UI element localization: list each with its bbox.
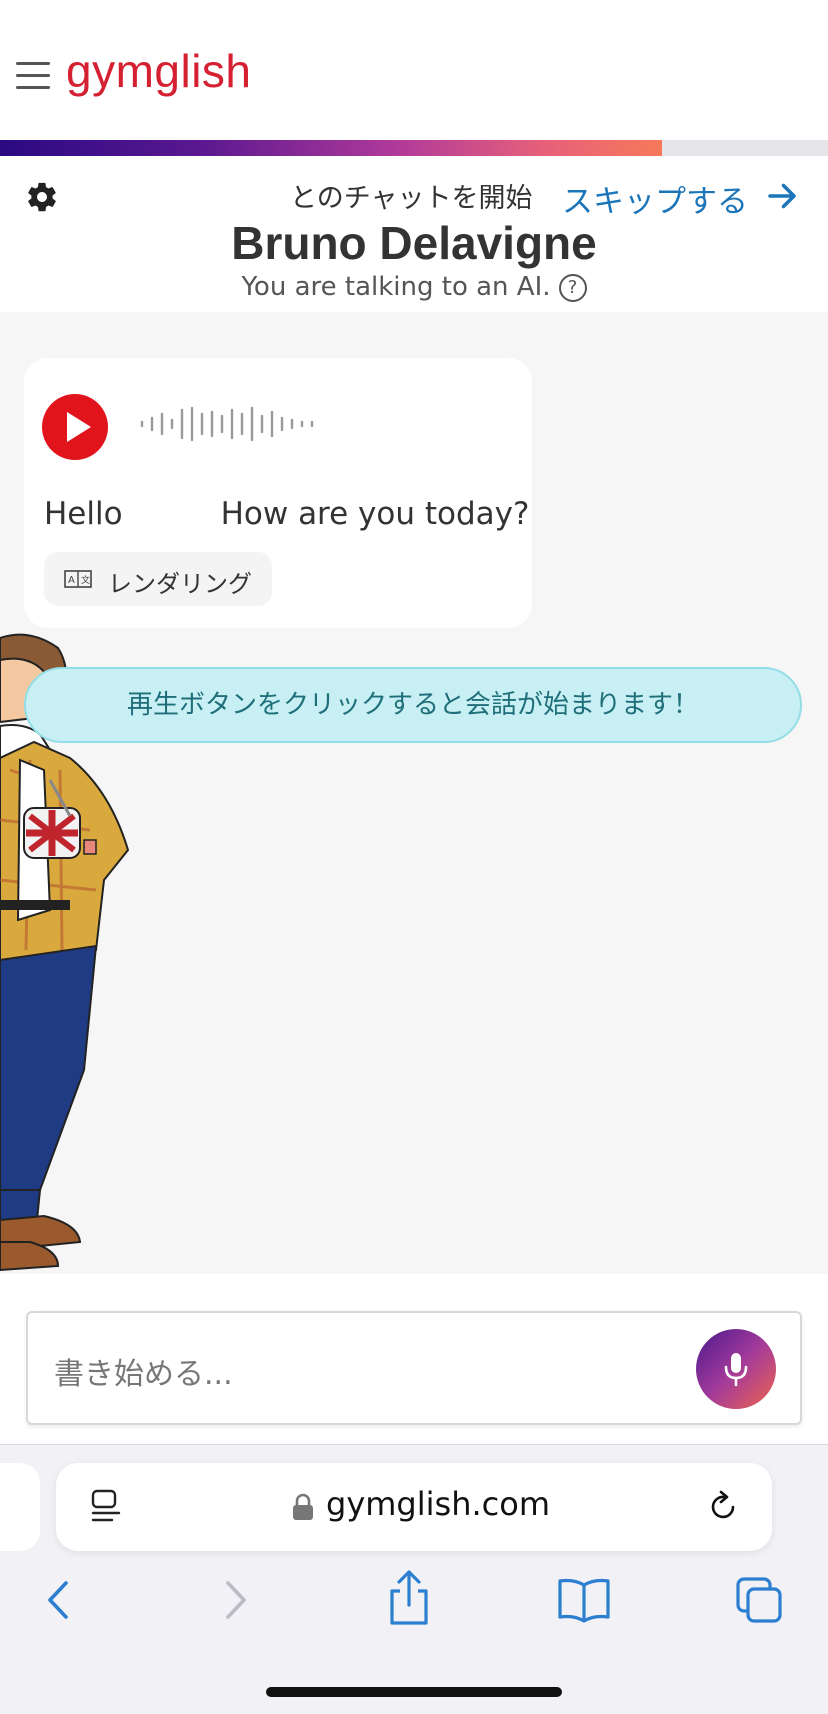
translate-icon: A 文: [64, 570, 92, 588]
ai-message-bubble: Hello How are you today? A 文 レンダリング: [24, 358, 532, 628]
lock-icon: [293, 1493, 313, 1520]
message-input-placeholder: 書き始める...: [54, 1357, 233, 1392]
rendering-label: レンダリング: [108, 570, 252, 598]
logo[interactable]: gymglish: [66, 44, 252, 98]
waveform-icon: [140, 406, 314, 442]
menu-icon[interactable]: [16, 62, 50, 90]
mic-button[interactable]: [696, 1329, 776, 1409]
progress-bar: [0, 140, 828, 156]
mic-icon: [724, 1353, 748, 1387]
ai-disclaimer: You are talking to an AI.?: [0, 272, 828, 302]
bot-name: Bruno Delavigne: [231, 217, 597, 269]
message-text-part1: Hello: [44, 496, 123, 532]
ai-disclaimer-text: You are talking to an AI.: [241, 272, 551, 302]
browser-toolbar: gymglish.com: [0, 1444, 828, 1714]
bookmarks-icon[interactable]: [556, 1575, 612, 1625]
top-bar: gymglish: [0, 0, 828, 138]
progress-fill: [0, 140, 663, 156]
svg-text:A: A: [68, 575, 75, 586]
svg-text:文: 文: [81, 574, 90, 586]
share-icon[interactable]: [384, 1569, 434, 1627]
address-bar[interactable]: gymglish.com: [56, 1463, 772, 1551]
play-icon[interactable]: [42, 394, 108, 460]
message-text: Hello How are you today?: [44, 496, 529, 532]
previous-tab-peek[interactable]: [0, 1463, 40, 1551]
help-icon[interactable]: ?: [558, 273, 587, 302]
chat-start-label: とのチャットを開始: [290, 183, 533, 214]
reload-icon[interactable]: [706, 1489, 740, 1523]
rendering-button[interactable]: A 文 レンダリング: [44, 552, 272, 606]
forward-icon[interactable]: [210, 1575, 260, 1625]
gear-icon[interactable]: [25, 180, 59, 214]
message-text-part2: How are you today?: [220, 496, 530, 532]
back-icon[interactable]: [34, 1575, 84, 1625]
arrow-right-icon[interactable]: [764, 178, 800, 214]
skip-link[interactable]: スキップする: [562, 176, 748, 221]
reader-icon[interactable]: [90, 1489, 122, 1523]
home-indicator[interactable]: [266, 1687, 562, 1697]
start-hint-banner: 再生ボタンをクリックすると会話が始まります！: [24, 667, 802, 743]
tabs-icon[interactable]: [734, 1575, 784, 1625]
message-input[interactable]: 書き始める...: [26, 1311, 802, 1425]
url-text: gymglish.com: [326, 1485, 550, 1523]
